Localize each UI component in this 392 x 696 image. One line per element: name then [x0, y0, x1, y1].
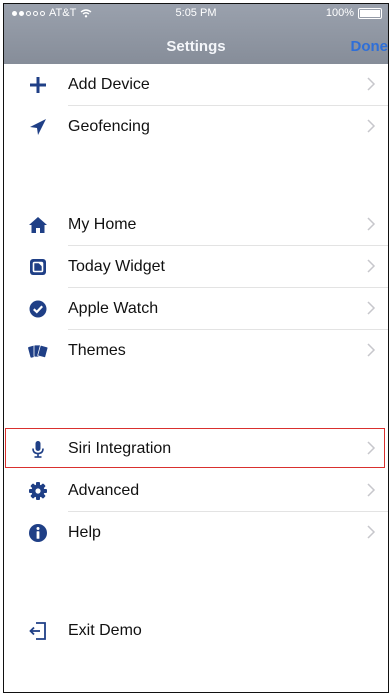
done-button[interactable]: Done: [351, 38, 389, 55]
phone-screen: AT&T 5:05 PM 100% Settings Done Add Devi…: [3, 3, 389, 693]
gear-icon: [29, 482, 47, 500]
chevron-right-icon: [367, 301, 376, 315]
row-my-home[interactable]: My Home: [4, 204, 388, 246]
chevron-right-icon: [367, 259, 376, 273]
themes-cards-icon: [28, 344, 48, 359]
row-label: Siri Integration: [68, 440, 172, 457]
page-title: Settings: [166, 38, 226, 55]
microphone-icon: [32, 441, 44, 458]
chevron-right-icon: [367, 525, 376, 539]
battery-icon: [358, 7, 382, 19]
section-gap: [4, 148, 388, 204]
chevron-right-icon: [367, 441, 376, 455]
row-advanced[interactable]: Advanced: [4, 470, 388, 512]
plus-icon: [30, 77, 46, 93]
chevron-right-icon: [367, 343, 376, 357]
row-apple-watch[interactable]: Apple Watch: [4, 288, 388, 330]
row-themes[interactable]: Themes: [4, 330, 388, 372]
section-gap: [4, 554, 388, 610]
row-label: Add Device: [68, 76, 150, 93]
section-gap: [4, 372, 388, 428]
row-help[interactable]: Help: [4, 512, 388, 554]
settings-list: Add Device Geofencing My Home Today Widg…: [4, 64, 388, 652]
row-label: Apple Watch: [68, 300, 159, 317]
row-label: Advanced: [68, 482, 140, 499]
home-icon: [29, 217, 47, 233]
exit-icon: [29, 622, 46, 640]
location-arrow-icon: [30, 119, 46, 135]
header: AT&T 5:05 PM 100% Settings Done: [4, 4, 388, 64]
highlight-box: [5, 428, 385, 468]
watch-check-icon: [29, 300, 47, 318]
nav-bar: Settings Done: [4, 26, 388, 62]
status-bar: AT&T 5:05 PM 100%: [4, 4, 388, 22]
row-label: Help: [68, 524, 101, 541]
battery-percent: 100%: [325, 7, 354, 19]
row-siri-integration[interactable]: Siri Integration: [4, 428, 388, 470]
row-label: Themes: [68, 342, 126, 359]
status-right: 100%: [326, 7, 382, 19]
chevron-right-icon: [367, 77, 376, 91]
chevron-right-icon: [367, 119, 376, 133]
row-geofencing[interactable]: Geofencing: [4, 106, 388, 148]
row-label: Exit Demo: [68, 622, 142, 639]
widget-icon: [30, 259, 46, 275]
row-label: Geofencing: [68, 118, 150, 135]
row-exit-demo[interactable]: Exit Demo: [4, 610, 388, 652]
row-label: My Home: [68, 216, 137, 233]
chevron-right-icon: [367, 217, 376, 231]
info-icon: [29, 524, 47, 542]
row-today-widget[interactable]: Today Widget: [4, 246, 388, 288]
chevron-right-icon: [367, 483, 376, 497]
row-label: Today Widget: [68, 258, 165, 275]
row-add-device[interactable]: Add Device: [4, 64, 388, 106]
